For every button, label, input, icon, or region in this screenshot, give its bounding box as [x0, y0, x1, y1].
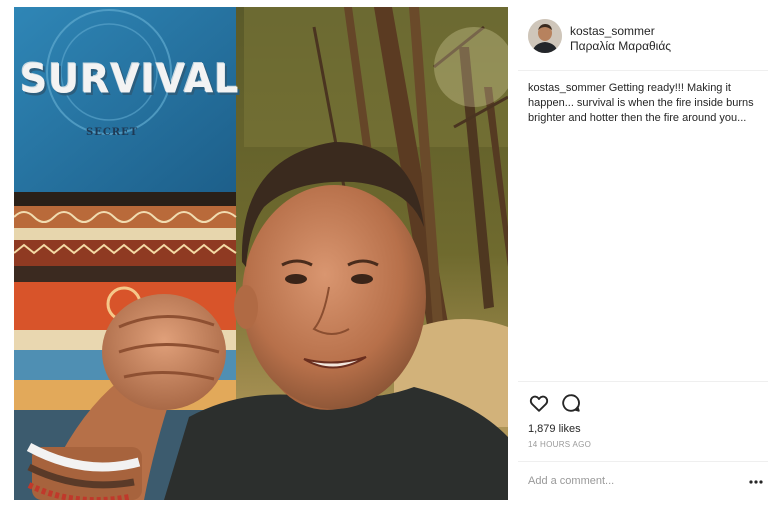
- heart-outline-icon[interactable]: [528, 392, 550, 414]
- post-sidebar: kostas_sommer Παραλία Μαραθιάς kostas_so…: [518, 7, 768, 500]
- avatar[interactable]: [528, 19, 562, 53]
- comment-input[interactable]: [528, 472, 728, 490]
- speech-bubble-icon[interactable]: [560, 392, 582, 414]
- instagram-post: SURVIVAL SECRET kostas_sommer Παραλία Μα…: [0, 0, 780, 519]
- username[interactable]: kostas_sommer: [570, 24, 655, 38]
- post-header: kostas_sommer Παραλία Μαραθιάς: [518, 7, 768, 71]
- banner-title: SURVIVAL: [20, 55, 240, 103]
- post-actions: 1,879 likes 14 HOURS AGO: [518, 381, 768, 461]
- location[interactable]: Παραλία Μαραθιάς: [570, 39, 671, 53]
- post-photo[interactable]: SURVIVAL SECRET: [14, 7, 508, 500]
- like-count[interactable]: 1,879 likes: [528, 423, 581, 435]
- timestamp[interactable]: 14 HOURS AGO: [528, 440, 591, 449]
- banner-subtitle: SECRET: [86, 127, 139, 138]
- caption: kostas_sommer Getting ready!!! Making it…: [528, 81, 764, 126]
- ellipsis-icon[interactable]: [748, 475, 764, 487]
- comment-bar: [518, 461, 768, 500]
- avatar-image: [528, 19, 562, 53]
- caption-username[interactable]: kostas_sommer: [528, 82, 606, 94]
